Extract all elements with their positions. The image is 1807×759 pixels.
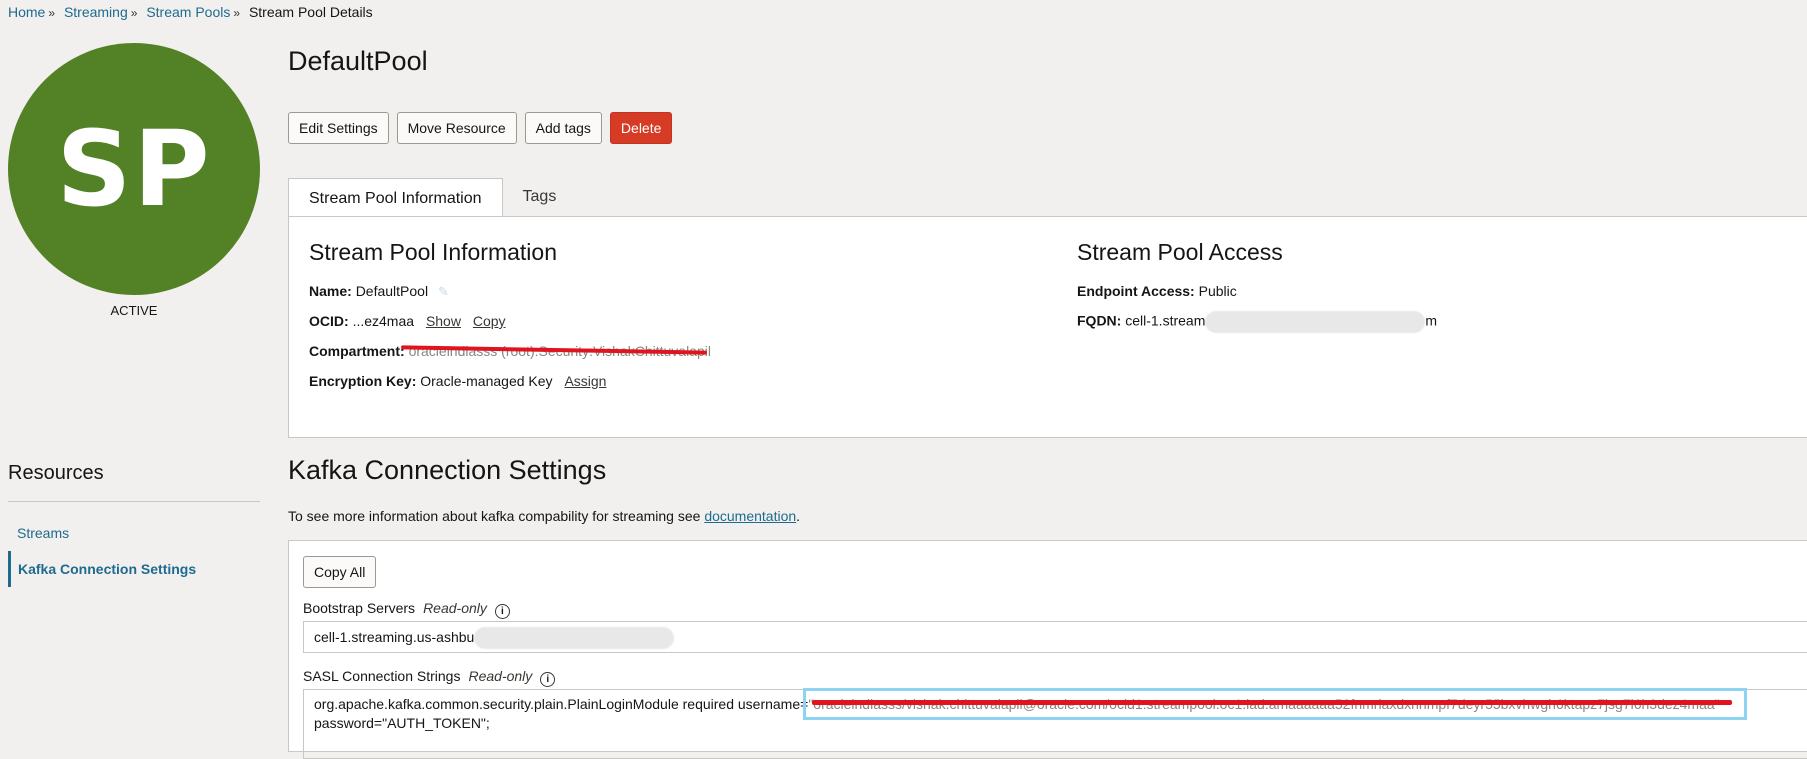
pencil-icon[interactable]: ✎ <box>438 284 449 300</box>
access-section-title: Stream Pool Access <box>1077 239 1283 265</box>
breadcrumb-current: Stream Pool Details <box>248 4 373 20</box>
kafka-description-text: To see more information about kafka comp… <box>288 508 705 524</box>
breadcrumb-separator: » <box>233 6 241 20</box>
compartment-label: Compartment: <box>309 343 405 359</box>
tab-tags[interactable]: Tags <box>503 178 577 216</box>
fqdn-value: cell-1.stream <box>1125 312 1206 329</box>
blurred-region <box>1205 311 1426 333</box>
name-value: DefaultPool <box>355 283 429 299</box>
breadcrumb-home-link[interactable]: Home <box>8 4 45 20</box>
documentation-link[interactable]: documentation <box>704 508 796 524</box>
ocid-show-link[interactable]: Show <box>426 313 461 329</box>
page-title: DefaultPool <box>288 46 428 76</box>
name-row: Name: DefaultPool ✎ <box>309 283 449 300</box>
readonly-tag: Read-only <box>468 668 533 684</box>
fqdn-label: FQDN: <box>1077 312 1122 329</box>
info-section-title: Stream Pool Information <box>309 239 558 265</box>
sasl-label-text: SASL Connection Strings <box>303 668 461 684</box>
encryption-value: Oracle-managed Key <box>420 373 553 389</box>
bootstrap-servers-field[interactable]: cell-1.streaming.us-ashbu <box>303 621 1807 653</box>
ocid-label: OCID: <box>309 313 349 329</box>
encryption-row: Encryption Key: Oracle-managed Key Assig… <box>309 373 606 389</box>
highlight-box <box>803 688 1747 720</box>
name-label: Name: <box>309 283 352 299</box>
stream-pool-info-panel: Stream Pool Information Name: DefaultPoo… <box>288 216 1807 438</box>
avatar: SP <box>8 43 260 295</box>
blurred-region <box>474 627 675 650</box>
ocid-row: OCID: ...ez4maa Show Copy <box>309 313 506 329</box>
breadcrumb-streaming-link[interactable]: Streaming <box>64 4 128 20</box>
bootstrap-servers-value: cell-1.streaming.us-ashbu <box>314 629 475 645</box>
resources-title: Resources <box>8 462 104 484</box>
endpoint-value: Public <box>1198 283 1237 299</box>
edit-settings-button[interactable]: Edit Settings <box>288 112 389 144</box>
breadcrumb-separator: » <box>130 6 138 20</box>
divider <box>8 501 260 502</box>
kafka-section-title: Kafka Connection Settings <box>288 455 607 485</box>
kafka-description: To see more information about kafka comp… <box>288 508 800 524</box>
avatar-initials: SP <box>56 108 212 230</box>
encryption-label: Encryption Key: <box>309 373 417 389</box>
resource-link-streams[interactable]: Streams <box>8 525 69 541</box>
sasl-prefix: org.apache.kafka.common.security.plain.P… <box>314 696 809 712</box>
ocid-copy-link[interactable]: Copy <box>473 313 506 329</box>
breadcrumb: Home» Streaming» Stream Pools» Stream Po… <box>8 4 373 20</box>
tab-bar: Stream Pool Information Tags <box>288 178 576 218</box>
tab-stream-pool-information[interactable]: Stream Pool Information <box>288 178 503 218</box>
assign-key-link[interactable]: Assign <box>564 373 606 389</box>
fqdn-value-suffix: m <box>1425 312 1438 329</box>
status-label: ACTIVE <box>110 303 158 318</box>
kafka-settings-panel: Copy All Bootstrap Servers Read-only i cel… <box>288 540 1807 759</box>
bootstrap-servers-label: Bootstrap Servers Read-only i <box>303 600 510 619</box>
copy-all-button[interactable]: Copy All <box>303 556 377 588</box>
breadcrumb-separator: » <box>48 6 56 20</box>
breadcrumb-stream-pools-link[interactable]: Stream Pools <box>146 4 230 20</box>
readonly-tag: Read-only <box>423 600 487 616</box>
bootstrap-label-text: Bootstrap Servers <box>303 600 416 616</box>
fqdn-row: FQDN: cell-1.stream m <box>1077 311 1437 333</box>
endpoint-label: Endpoint Access: <box>1077 283 1195 299</box>
move-resource-button[interactable]: Move Resource <box>396 112 517 144</box>
action-bar: Edit Settings Move Resource Add tags Del… <box>288 112 673 144</box>
kafka-description-end: . <box>796 508 801 524</box>
info-icon[interactable]: i <box>494 604 510 619</box>
add-tags-button[interactable]: Add tags <box>524 112 602 144</box>
sasl-connection-strings-label: SASL Connection Strings Read-only i <box>303 668 556 687</box>
delete-button[interactable]: Delete <box>609 112 673 144</box>
endpoint-row: Endpoint Access: Public <box>1077 283 1237 299</box>
info-icon[interactable]: i <box>540 672 556 687</box>
resource-link-kafka-connection-settings[interactable]: Kafka Connection Settings <box>8 551 196 587</box>
ocid-value: ...ez4maa <box>352 313 415 329</box>
